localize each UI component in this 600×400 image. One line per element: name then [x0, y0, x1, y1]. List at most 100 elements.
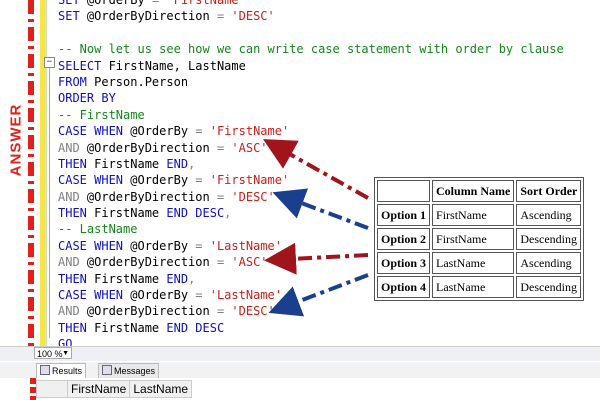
grid-icon [40, 365, 50, 375]
column-name-cell: LastName [432, 252, 515, 274]
code-token: END DESC [166, 320, 225, 335]
table-row: Option 3 LastName Ascending [377, 252, 582, 274]
tab-messages-label: Messages [114, 366, 156, 376]
code-token: = [195, 124, 210, 139]
code-token: @OrderBy [130, 124, 196, 139]
column-name-cell: LastName [432, 276, 515, 298]
table-row: Option 2 FirstName Descending [377, 228, 582, 250]
code-token: @OrderBy [130, 288, 196, 303]
code-token: 'LastName' [209, 288, 282, 303]
header-blank [377, 180, 431, 202]
code-token: -- Now let us see how we can write case … [58, 42, 564, 57]
code-token: Person.Person [94, 74, 189, 89]
code-token: , [188, 156, 196, 171]
results-tabbar: Results Messages [0, 362, 600, 379]
column-header[interactable]: LastName [129, 380, 193, 398]
table-row: Option 4 LastName Descending [377, 276, 582, 298]
answer-label: ANSWER [4, 95, 28, 185]
sort-order-cell: Ascending [516, 252, 582, 274]
results-area: FirstName LastName [0, 378, 600, 400]
code-token: SET [58, 0, 87, 7]
column-header[interactable]: FirstName [66, 380, 131, 398]
code-token: = [195, 288, 210, 303]
code-token: END DESC [166, 206, 225, 221]
code-token: SELECT [58, 58, 109, 73]
code-token: AND [58, 189, 87, 204]
code-token: CASE WHEN [58, 124, 131, 139]
code-token: FirstName [94, 271, 167, 286]
code-line[interactable]: ORDER BY [58, 90, 564, 106]
tab-results[interactable]: Results [36, 363, 87, 379]
sort-order-cell: Descending [516, 228, 582, 250]
code-line[interactable]: FROM Person.Person [58, 74, 564, 90]
code-token: 'FirstName' [209, 124, 290, 139]
column-name-cell: FirstName [432, 204, 515, 226]
code-line[interactable]: -- FirstName [58, 107, 564, 123]
code-token: = [216, 189, 232, 204]
code-line[interactable]: THEN FirstName END DESC [58, 320, 564, 336]
code-token: FirstName [94, 320, 167, 335]
code-token: AND [58, 255, 87, 270]
zoom-select[interactable]: 100 % ▼ [34, 347, 72, 359]
code-token: FirstName [94, 206, 167, 221]
code-token: 'ASC' [231, 140, 268, 155]
code-line[interactable] [58, 25, 564, 41]
code-token: AND [58, 140, 87, 155]
code-line[interactable]: AND @OrderByDirection = 'ASC' [58, 140, 564, 156]
code-token: CASE WHEN [58, 238, 131, 253]
code-token: THEN [58, 206, 95, 221]
code-token: SET [58, 9, 87, 24]
code-line[interactable]: SET @OrderByDirection = 'DESC' [58, 8, 564, 24]
results-grid: FirstName LastName [36, 380, 193, 398]
code-token: END [166, 156, 189, 171]
code-token: 'DESC' [231, 189, 275, 204]
outline-guide [49, 68, 50, 338]
code-token: = [216, 304, 232, 319]
code-token: , [188, 271, 196, 286]
code-token: @OrderBy [130, 238, 196, 253]
code-token: END [166, 271, 189, 286]
code-token: @OrderByDirection [86, 304, 217, 319]
table-row: Option 1 FirstName Ascending [377, 204, 582, 226]
saved-marker-bar [45, 0, 47, 348]
header-column-name: Column Name [432, 180, 515, 202]
code-token: 'ASC' [231, 255, 268, 270]
answer-dash-bar [28, 0, 34, 348]
code-token: FirstName, LastName [108, 58, 246, 73]
sort-order-cell: Ascending [516, 204, 582, 226]
code-token: @OrderByDirection [86, 255, 217, 270]
zoom-value: 100 % [37, 349, 63, 359]
options-table: Column Name Sort Order Option 1 FirstNam… [374, 177, 585, 301]
option-label: Option 1 [377, 204, 431, 226]
code-line[interactable]: AND @OrderByDirection = 'DESC' [58, 303, 564, 319]
header-sort-order: Sort Order [516, 180, 582, 202]
code-token: THEN [58, 320, 95, 335]
tab-results-label: Results [52, 366, 83, 376]
code-token: = [195, 173, 210, 188]
option-label: Option 2 [377, 228, 431, 250]
code-token: CASE WHEN [58, 288, 131, 303]
row-header-corner[interactable] [36, 380, 68, 398]
code-token: -- LastName [58, 222, 138, 237]
code-token: @OrderByDirection [86, 9, 217, 24]
code-line[interactable]: SET @OrderBy = 'FirstName' [58, 0, 564, 8]
tab-messages[interactable]: Messages [98, 363, 160, 379]
sort-order-cell: Descending [516, 276, 582, 298]
code-token: @OrderBy [130, 173, 196, 188]
answer-label-text: ANSWER [7, 103, 25, 177]
code-token: FROM [58, 74, 95, 89]
code-line[interactable]: THEN FirstName END, [58, 156, 564, 172]
code-token: 'FirstName' [166, 0, 246, 7]
code-line[interactable]: -- Now let us see how we can write case … [58, 41, 564, 57]
collapse-toggle-icon[interactable]: − [44, 57, 55, 68]
options-table-header: Column Name Sort Order [377, 180, 582, 202]
code-token: THEN [58, 271, 95, 286]
message-icon [102, 365, 112, 375]
option-label: Option 3 [377, 252, 431, 274]
code-token: @OrderBy [86, 0, 152, 7]
code-token: AND [58, 304, 87, 319]
code-token: = [195, 238, 210, 253]
code-line[interactable]: CASE WHEN @OrderBy = 'FirstName' [58, 123, 564, 139]
code-line[interactable]: SELECT FirstName, LastName [58, 58, 564, 74]
code-token: -- FirstName [58, 107, 145, 122]
